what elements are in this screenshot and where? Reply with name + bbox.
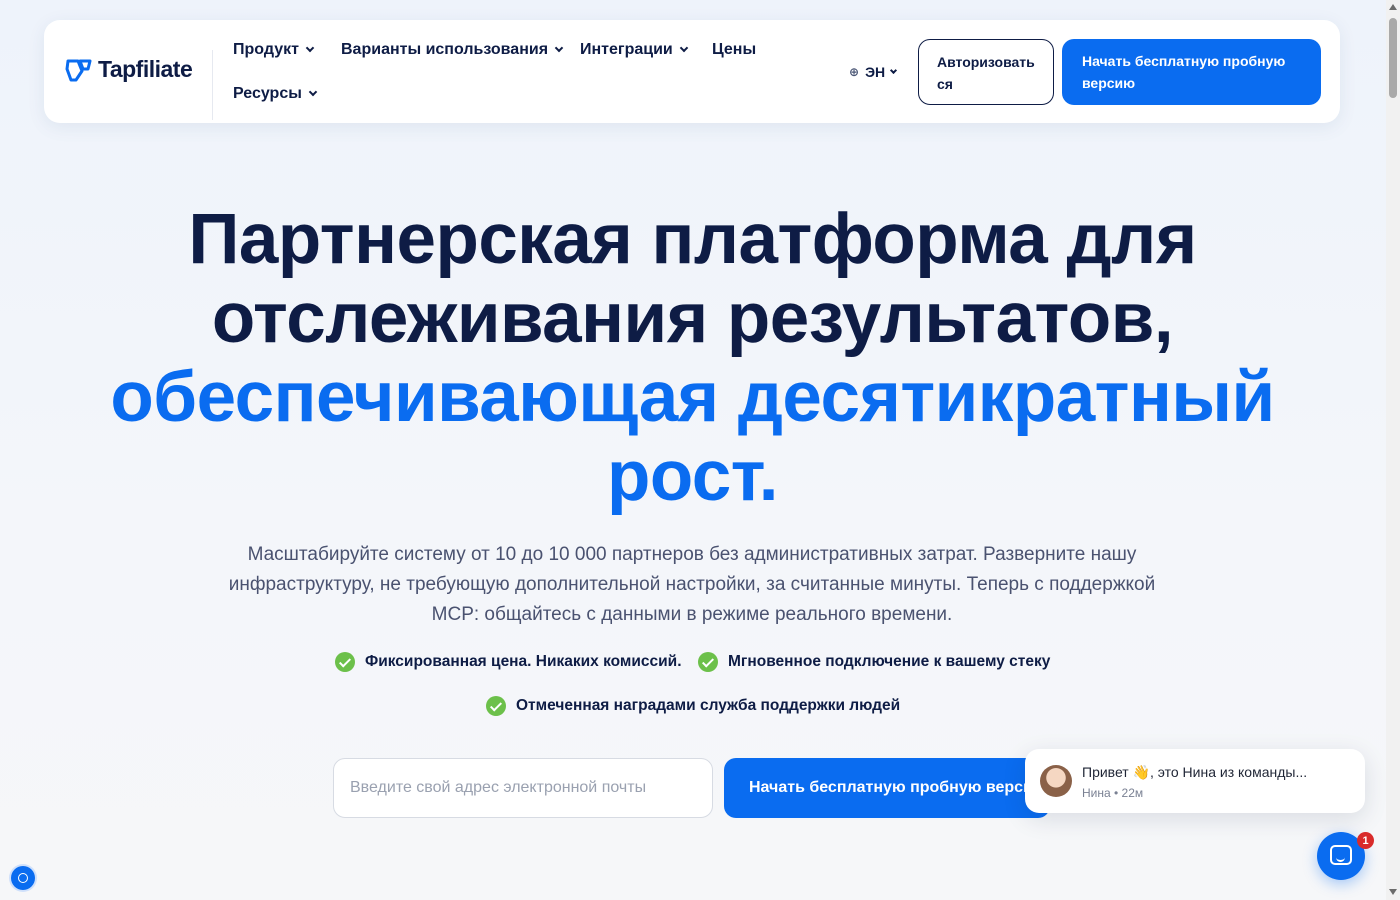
nav-integrations-label: Интеграции: [580, 41, 673, 58]
unread-badge: 1: [1357, 832, 1374, 849]
scroll-up-icon[interactable]: [1389, 4, 1397, 10]
nav-product[interactable]: Продукт: [233, 41, 315, 59]
nav-pricing[interactable]: Цены: [712, 41, 756, 59]
chevron-down-icon: [890, 66, 898, 74]
chevron-down-icon: [554, 43, 564, 53]
nav-use-cases-label: Варианты использования: [341, 41, 549, 58]
login-button[interactable]: Авторизовать ся: [918, 39, 1054, 105]
scroll-down-icon[interactable]: [1389, 889, 1397, 895]
check-circle-icon: [335, 652, 355, 672]
privacy-icon: [18, 873, 28, 883]
avatar: [1040, 765, 1072, 797]
nav-use-cases[interactable]: Варианты использования: [341, 41, 564, 59]
feature-label: Отмеченная наградами служба поддержки лю…: [516, 697, 901, 714]
chat-icon: [1330, 845, 1352, 865]
page-scrollbar[interactable]: [1386, 0, 1400, 900]
hero-title-line-2: отслеживания результатов,: [211, 279, 1174, 358]
nav-divider: [212, 50, 213, 120]
tapfiliate-logo-icon: [65, 59, 92, 81]
feature-label: Мгновенное подключение к вашему стеку: [728, 653, 1051, 670]
start-trial-button[interactable]: Начать бесплатную пробную версию: [724, 758, 1050, 818]
feature-item: Мгновенное подключение к вашему стеку: [698, 652, 1050, 672]
hero-title-line-1: Партнерская платформа для: [188, 200, 1197, 279]
check-circle-icon: [698, 652, 718, 672]
language-selector[interactable]: ⊕ ЭН: [849, 64, 898, 80]
check-circle-icon: [486, 696, 506, 716]
hero-title: Партнерская платформа для отслеживания р…: [60, 200, 1325, 516]
start-trial-header-button[interactable]: Начать бесплатную пробную версию: [1062, 39, 1321, 105]
feature-item: Фиксированная цена. Никаких комиссий.: [335, 652, 682, 672]
feature-item: Отмеченная наградами служба поддержки лю…: [486, 696, 900, 716]
top-navbar: Tapfiliate Продукт Варианты использовани…: [44, 20, 1340, 123]
privacy-settings-button[interactable]: [11, 866, 35, 890]
scrollbar-thumb[interactable]: [1389, 18, 1397, 98]
nav-product-label: Продукт: [233, 41, 299, 58]
nav-integrations[interactable]: Интеграции: [580, 41, 688, 59]
feature-label: Фиксированная цена. Никаких комиссий.: [365, 653, 682, 670]
chat-preview-card[interactable]: Привет 👋, это Нина из команды... Нина • …: [1025, 749, 1365, 813]
logo[interactable]: Tapfiliate: [64, 56, 193, 83]
nav-resources-label: Ресурсы: [233, 85, 302, 102]
chevron-down-icon: [308, 87, 318, 97]
language-label: ЭН: [865, 64, 886, 80]
chevron-down-icon: [305, 43, 315, 53]
chevron-down-icon: [679, 43, 688, 53]
hero-subtitle: Масштабируйте систему от 10 до 10 000 па…: [228, 544, 1156, 625]
chat-message: Привет 👋, это Нина из команды...: [1082, 764, 1308, 780]
nav-pricing-label: Цены: [712, 41, 757, 58]
email-input[interactable]: [333, 758, 713, 818]
nav-resources[interactable]: Ресурсы: [233, 85, 318, 103]
hero-title-accent-line-1: обеспечивающая десятикратный: [110, 358, 1275, 437]
logo-text: Tapfiliate: [98, 56, 193, 82]
chat-meta: Нина • 22м: [1082, 786, 1144, 800]
globe-icon: ⊕: [849, 65, 860, 79]
hero-title-accent-line-2: рост.: [606, 437, 779, 516]
